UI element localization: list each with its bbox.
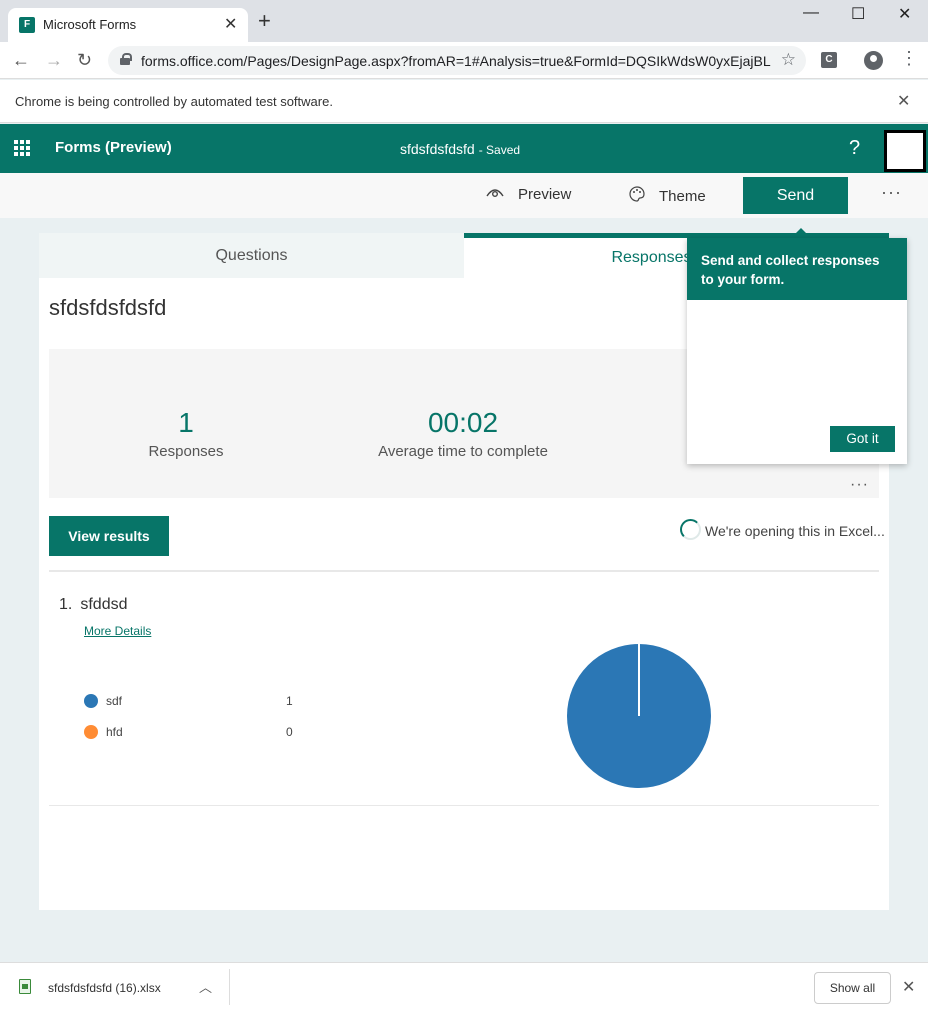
- browser-tab[interactable]: F Microsoft Forms ✕: [8, 8, 248, 42]
- new-tab-icon[interactable]: +: [258, 10, 271, 32]
- responses-count: 1: [178, 407, 194, 438]
- minimize-icon[interactable]: —: [803, 4, 819, 22]
- legend-dot-icon: [84, 694, 98, 708]
- tab-title: Microsoft Forms: [43, 17, 137, 32]
- avg-time-stat: 00:02 Average time to complete: [363, 407, 563, 460]
- excel-status: We're opening this in Excel...: [705, 523, 885, 539]
- header-form-title-text: sfdsfdsfdsfd: [400, 141, 475, 157]
- preview-label: Preview: [518, 186, 572, 203]
- browser-tab-strip: F Microsoft Forms ✕ + — ☐ ✕: [0, 0, 928, 42]
- avg-time-label: Average time to complete: [378, 443, 548, 460]
- download-file-name[interactable]: sfdsfdsfdsfd (16).xlsx: [48, 981, 161, 995]
- address-bar: ← → ↻ forms.office.com/Pages/DesignPage.…: [0, 42, 928, 79]
- help-icon[interactable]: ?: [849, 137, 860, 160]
- question-number: 1.: [59, 596, 73, 613]
- app-name[interactable]: Forms (Preview): [55, 139, 172, 156]
- preview-button[interactable]: Preview: [486, 186, 571, 203]
- got-it-button[interactable]: Got it: [830, 426, 895, 452]
- download-shelf: sfdsfdsfdsfd (16).xlsx ︿ Show all ✕: [0, 962, 928, 1010]
- back-icon[interactable]: ←: [12, 50, 30, 71]
- excel-file-icon: [19, 979, 31, 994]
- loading-spinner-icon: [680, 519, 701, 540]
- avatar[interactable]: [884, 130, 926, 172]
- bookmark-star-icon[interactable]: ☆: [781, 50, 796, 70]
- legend-dot-icon: [84, 725, 98, 739]
- maximize-icon[interactable]: ☐: [851, 4, 865, 24]
- eye-icon: [486, 186, 504, 203]
- form-title: sfdsfdsfdsfd: [49, 295, 167, 320]
- legend-label: sdf: [106, 694, 123, 708]
- forward-icon[interactable]: →: [45, 50, 63, 71]
- legend-label: hfd: [106, 725, 123, 739]
- pie-chart: [567, 644, 711, 788]
- question-text: sfddsd: [80, 596, 128, 613]
- forms-favicon-icon: F: [19, 17, 35, 33]
- tab-questions[interactable]: Questions: [39, 233, 464, 278]
- responses-stat: 1 Responses: [96, 407, 276, 460]
- responses-label: Responses: [148, 443, 224, 460]
- forms-header: Forms (Preview) sfdsfdsfdsfd - Saved ?: [0, 124, 928, 173]
- omnibox[interactable]: forms.office.com/Pages/DesignPage.aspx?f…: [108, 46, 806, 75]
- url-text[interactable]: forms.office.com/Pages/DesignPage.aspx?f…: [141, 53, 771, 69]
- view-results-button[interactable]: View results: [49, 516, 169, 556]
- palette-icon: [629, 186, 645, 206]
- send-button[interactable]: Send: [743, 177, 848, 214]
- header-form-title: sfdsfdsfdsfd - Saved: [400, 141, 520, 157]
- legend-count: 1: [286, 694, 293, 708]
- show-all-button[interactable]: Show all: [814, 972, 891, 1004]
- stats-more-icon[interactable]: ···: [850, 476, 869, 494]
- legend-count: 0: [286, 725, 293, 739]
- more-details-link[interactable]: More Details: [84, 624, 151, 638]
- divider: [49, 570, 879, 572]
- lock-icon: [120, 53, 132, 65]
- avg-time-value: 00:02: [427, 407, 499, 438]
- saved-status: - Saved: [478, 143, 521, 157]
- popup-message: Send and collect responses to your form.: [687, 238, 907, 300]
- window-close-icon[interactable]: ✕: [898, 4, 911, 24]
- tab-close-icon[interactable]: ✕: [224, 14, 237, 34]
- shelf-separator: [229, 969, 230, 1005]
- theme-label: Theme: [659, 187, 706, 205]
- shelf-close-icon[interactable]: ✕: [902, 977, 915, 997]
- infobar-close-icon[interactable]: ✕: [897, 91, 910, 111]
- popup-arrow: [791, 228, 811, 238]
- send-teaching-popup: Send and collect responses to your form.…: [687, 238, 907, 464]
- infobar-text: Chrome is being controlled by automated …: [15, 94, 333, 109]
- extension-icon[interactable]: C: [821, 52, 837, 68]
- question-title: 1. sfddsd: [59, 596, 127, 614]
- app-launcher-icon[interactable]: [14, 140, 30, 156]
- legend-item: hfd 0: [84, 725, 304, 739]
- reload-icon[interactable]: ↻: [77, 50, 92, 71]
- profile-icon[interactable]: [864, 51, 883, 70]
- more-options-icon[interactable]: ···: [881, 182, 902, 203]
- divider: [49, 805, 879, 806]
- theme-button[interactable]: Theme: [629, 186, 706, 206]
- legend-item: sdf 1: [84, 694, 304, 708]
- chrome-menu-icon[interactable]: ⋮: [900, 49, 918, 67]
- automation-infobar: Chrome is being controlled by automated …: [0, 80, 928, 123]
- form-toolbar: Preview Theme Send ···: [0, 173, 928, 218]
- chevron-up-icon[interactable]: ︿: [199, 977, 212, 996]
